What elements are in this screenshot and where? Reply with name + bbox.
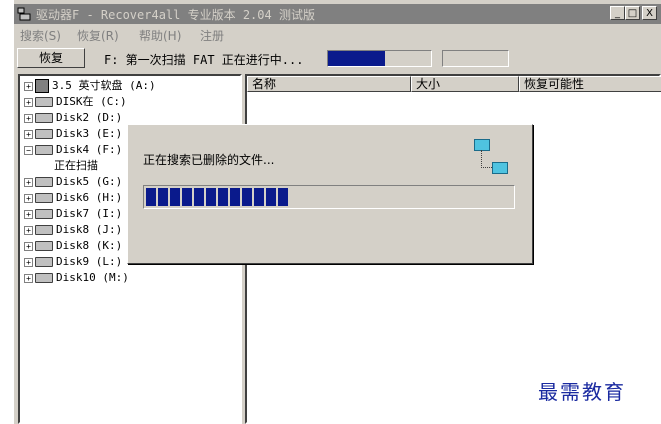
drive-icon: [35, 193, 53, 203]
progress-block: [242, 188, 252, 206]
tree-item-j[interactable]: + Disk8 (J:): [24, 222, 122, 238]
expand-icon[interactable]: +: [24, 113, 33, 123]
tree-item-i[interactable]: + Disk7 (I:): [24, 206, 122, 222]
search-progress-dialog: 正在搜索已删除的文件...: [127, 124, 533, 264]
expand-icon[interactable]: +: [24, 225, 33, 235]
expand-icon[interactable]: +: [24, 97, 33, 107]
tree-item-label: Disk9 (L:): [56, 255, 123, 268]
drive-icon: [35, 113, 53, 123]
toolbar-empty-box: [442, 50, 509, 67]
watermark-text: 最需教育: [538, 380, 626, 404]
tree-item-h[interactable]: + Disk6 (H:): [24, 190, 122, 206]
dialog-progress-bar: [143, 185, 515, 209]
progress-block: [230, 188, 240, 206]
column-header-size[interactable]: 大小: [411, 76, 519, 92]
expand-icon[interactable]: +: [24, 129, 33, 139]
tree-item-a[interactable]: +3.5 英寸软盘 (A:): [24, 78, 156, 94]
maximize-button[interactable]: □: [625, 6, 640, 20]
toolbar-progress-fill: [328, 51, 385, 66]
tree-item-scanning[interactable]: 正在扫描: [54, 158, 98, 174]
expand-icon[interactable]: +: [24, 241, 33, 251]
menu-search[interactable]: 搜索(S): [20, 27, 61, 44]
tree-item-d[interactable]: + Disk2 (D:): [24, 110, 122, 126]
tree-item-m[interactable]: + Disk10 (M:): [24, 270, 129, 286]
expand-icon[interactable]: +: [24, 209, 33, 219]
drive-icon: [35, 129, 53, 139]
scan-status-text: F: 第一次扫描 FAT 正在进行中...: [104, 53, 304, 67]
tree-item-label: Disk10 (M:): [56, 271, 129, 284]
drive-icon: [35, 225, 53, 235]
drive-icon: [35, 241, 53, 251]
tree-item-label: Disk8 (K:): [56, 239, 123, 252]
menu-help[interactable]: 帮助(H): [139, 27, 181, 44]
tree-item-label: Disk8 (J:): [56, 223, 123, 236]
drive-icon: [35, 257, 53, 267]
progress-block: [182, 188, 192, 206]
tree-connector: [481, 150, 492, 168]
toolbar-progress-bar: [327, 50, 432, 67]
minimize-button[interactable]: _: [610, 6, 625, 20]
drive-icon: [35, 209, 53, 219]
expand-icon[interactable]: +: [24, 193, 33, 203]
subfolder-icon: [492, 162, 508, 174]
tree-item-label: DISK在 (C:): [56, 95, 127, 108]
progress-block: [194, 188, 204, 206]
tree-item-label: Disk6 (H:): [56, 191, 123, 204]
progress-block: [206, 188, 216, 206]
app-icon: [17, 7, 31, 21]
column-header-recoverability[interactable]: 恢复可能性: [519, 76, 661, 92]
tree-item-c[interactable]: + DISK在 (C:): [24, 94, 127, 110]
tree-item-label: 3.5 英寸软盘 (A:): [52, 79, 156, 92]
column-header-name[interactable]: 名称: [247, 76, 411, 92]
menu-recover[interactable]: 恢复(R): [77, 27, 119, 44]
toolbar: 恢复 F: 第一次扫描 FAT 正在进行中...: [14, 46, 661, 70]
dialog-message: 正在搜索已删除的文件...: [143, 153, 275, 167]
progress-block: [170, 188, 180, 206]
recover-button[interactable]: 恢复: [17, 48, 85, 68]
tree-item-l[interactable]: + Disk9 (L:): [24, 254, 122, 270]
progress-block: [218, 188, 228, 206]
tree-item-label: 正在扫描: [54, 159, 98, 172]
progress-block: [254, 188, 264, 206]
progress-block: [158, 188, 168, 206]
menu-bar: 搜索(S) 恢复(R) 帮助(H) 注册: [14, 26, 661, 44]
expand-icon[interactable]: +: [24, 257, 33, 267]
drive-icon: [35, 177, 53, 187]
tree-item-label: Disk5 (G:): [56, 175, 123, 188]
tree-item-g[interactable]: + Disk5 (G:): [24, 174, 122, 190]
tree-item-label: Disk4 (F:): [56, 143, 123, 156]
title-bar[interactable]: 驱动器F - Recover4all 专业版本 2.04 测试版 _ □ X: [14, 4, 661, 24]
tree-item-label: Disk2 (D:): [56, 111, 123, 124]
tree-item-label: Disk7 (I:): [56, 207, 123, 220]
expand-icon[interactable]: +: [24, 273, 33, 283]
close-button[interactable]: X: [642, 6, 657, 20]
tree-item-f[interactable]: − Disk4 (F:): [24, 142, 122, 158]
floppy-icon: [35, 79, 49, 93]
progress-block: [266, 188, 276, 206]
window-controls: _ □ X: [610, 6, 657, 20]
collapse-icon[interactable]: −: [24, 145, 33, 155]
drive-icon: [35, 145, 53, 155]
tree-item-e[interactable]: + Disk3 (E:): [24, 126, 122, 142]
tree-item-k[interactable]: + Disk8 (K:): [24, 238, 122, 254]
progress-block: [278, 188, 288, 206]
drive-icon: [35, 97, 53, 107]
window-title: 驱动器F - Recover4all 专业版本 2.04 测试版: [36, 8, 315, 22]
expand-icon[interactable]: +: [24, 177, 33, 187]
drive-icon: [35, 273, 53, 283]
menu-register[interactable]: 注册: [200, 27, 224, 44]
tree-item-label: Disk3 (E:): [56, 127, 123, 140]
progress-block: [146, 188, 156, 206]
expand-icon[interactable]: +: [24, 81, 33, 91]
